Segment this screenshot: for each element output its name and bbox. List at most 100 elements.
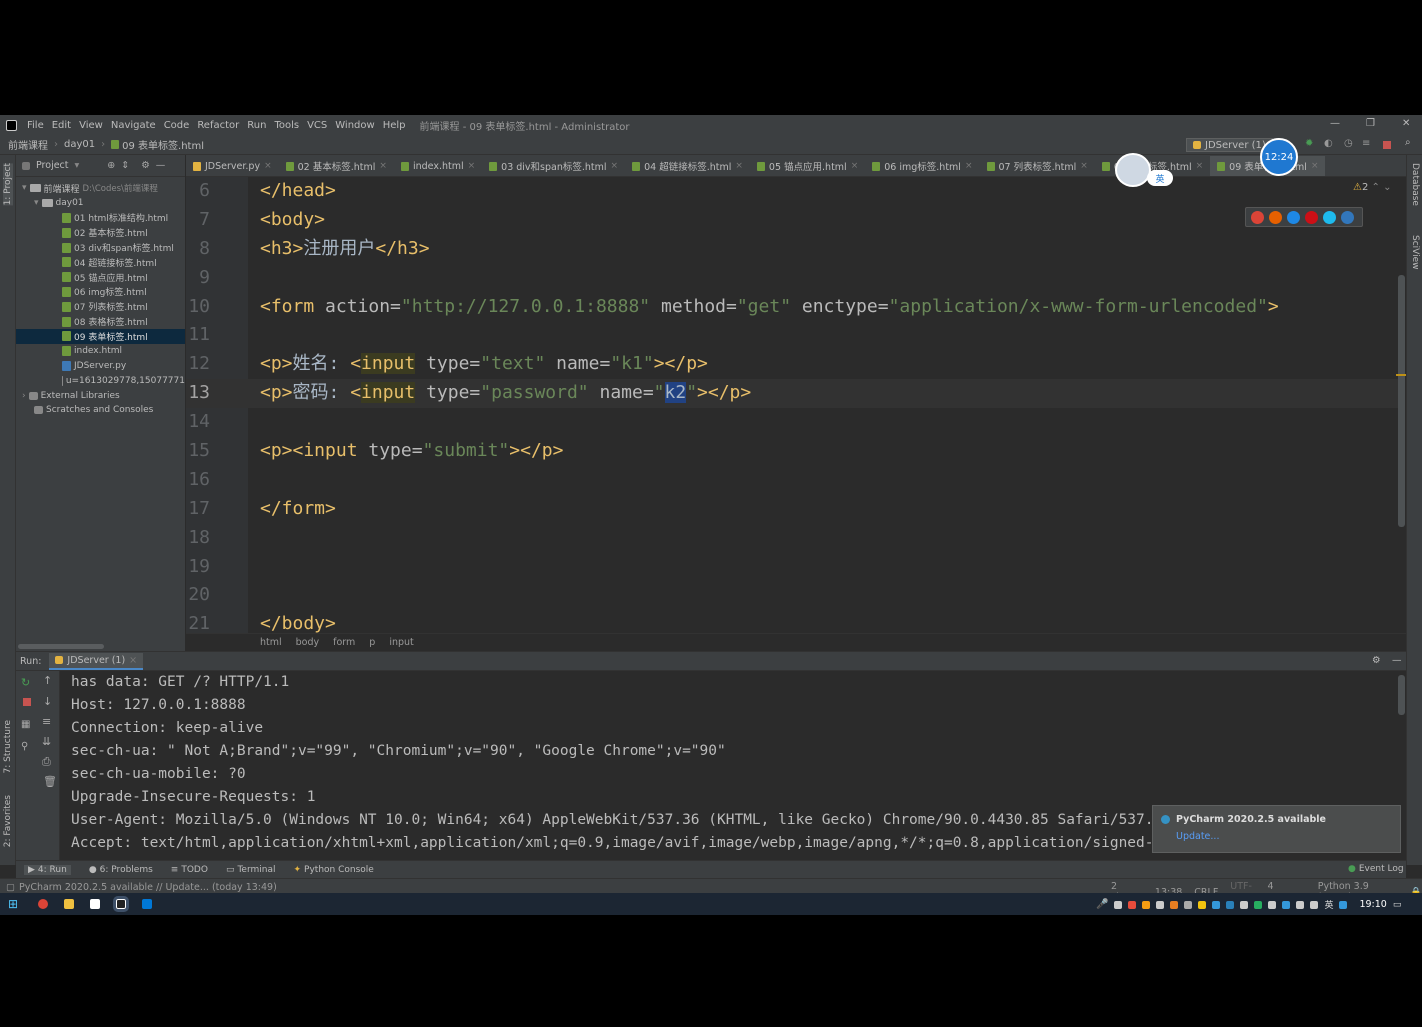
- nav-crumb-root[interactable]: 前端课程: [0, 137, 48, 152]
- tree-file[interactable]: 01 html标准结构.html: [16, 211, 185, 226]
- bluetooth-icon[interactable]: [1226, 900, 1235, 909]
- wrap-icon[interactable]: ≡: [42, 715, 51, 728]
- crumb-form[interactable]: form: [333, 637, 355, 648]
- app-taskbar-icon[interactable]: [142, 899, 153, 909]
- event-log-button[interactable]: ● Event Log: [1348, 864, 1404, 874]
- crumb-input[interactable]: input: [389, 637, 413, 648]
- chrome-icon[interactable]: [1251, 210, 1264, 224]
- tray-icon[interactable]: [1339, 900, 1348, 909]
- volume-icon[interactable]: [1310, 900, 1319, 909]
- edge-icon[interactable]: [1341, 210, 1354, 224]
- tree-file[interactable]: 08 表格标签.html: [16, 314, 185, 329]
- safari-icon[interactable]: [1287, 210, 1300, 224]
- run-config-selector[interactable]: JDServer (1): [1186, 138, 1273, 152]
- tree-file[interactable]: 02 基本标签.html: [16, 225, 185, 240]
- search-icon[interactable]: ⌕: [1405, 137, 1411, 148]
- mic-icon[interactable]: 🎤: [1096, 899, 1108, 910]
- menu-item-view[interactable]: View: [75, 120, 107, 131]
- terminal-tool-button[interactable]: ▭ Terminal: [226, 865, 276, 875]
- close-icon[interactable]: ×: [611, 161, 619, 171]
- tray-icon[interactable]: [1240, 900, 1249, 909]
- tray-icon[interactable]: [1254, 900, 1263, 909]
- crumb-p[interactable]: p: [369, 637, 375, 648]
- tray-icon[interactable]: [1114, 900, 1123, 909]
- menu-item-tools[interactable]: Tools: [270, 120, 303, 131]
- tree-root[interactable]: ▾ 前端课程 D:\Codes\前端课程: [16, 181, 185, 196]
- tray-icon[interactable]: [1198, 900, 1207, 909]
- stop-icon[interactable]: [1383, 141, 1391, 149]
- nav-crumb-file[interactable]: 09 表单标签.html: [119, 137, 204, 152]
- nav-crumb-folder[interactable]: day01: [64, 139, 95, 150]
- menu-item-code[interactable]: Code: [160, 120, 194, 131]
- input-language[interactable]: 英: [1324, 898, 1333, 911]
- editor-tab[interactable]: index.html ×: [394, 155, 482, 176]
- minimize-icon[interactable]: —: [1330, 118, 1340, 129]
- editor-tab[interactable]: 02 基本标签.html ×: [279, 155, 394, 176]
- pin-icon[interactable]: ⚲: [21, 741, 28, 752]
- tree-file[interactable]: 03 div和span标签.html: [16, 240, 185, 255]
- opera-icon[interactable]: [1305, 210, 1318, 224]
- editor-tab[interactable]: 07 列表标签.html ×: [980, 155, 1095, 176]
- project-view-selector[interactable]: Project: [36, 160, 69, 171]
- close-icon[interactable]: ×: [1196, 161, 1204, 171]
- gear-icon[interactable]: ⚙: [141, 160, 150, 171]
- sciview-tool-tab[interactable]: SciView: [1410, 235, 1420, 270]
- restore-icon[interactable]: ❐: [1366, 118, 1375, 129]
- build-icon[interactable]: ≡: [1362, 138, 1370, 149]
- down-arrow-icon[interactable]: ↓: [43, 695, 52, 708]
- explorer-taskbar-icon[interactable]: [64, 899, 75, 909]
- tray-icon[interactable]: [1156, 900, 1165, 909]
- hide-icon[interactable]: —: [156, 160, 166, 171]
- tree-file[interactable]: 09 表单标签.html: [16, 328, 185, 344]
- tray-icon[interactable]: [1268, 900, 1277, 909]
- menu-item-help[interactable]: Help: [379, 120, 410, 131]
- notification-update-link[interactable]: Update...: [1153, 825, 1400, 842]
- menu-item-window[interactable]: Window: [331, 120, 378, 131]
- tree-scratches[interactable]: Scratches and Consoles: [16, 403, 185, 418]
- project-scrollbar[interactable]: [18, 644, 104, 649]
- menu-item-navigate[interactable]: Navigate: [107, 120, 160, 131]
- favorites-tool-tab[interactable]: 2: Favorites: [3, 795, 13, 847]
- tree-file[interactable]: index.html: [16, 344, 185, 359]
- layout-icon[interactable]: ▦: [21, 719, 30, 730]
- menu-item-run[interactable]: Run: [243, 120, 270, 131]
- profile-icon[interactable]: ◷: [1344, 138, 1353, 149]
- update-notification[interactable]: PyCharm 2020.2.5 available Update...: [1152, 805, 1401, 853]
- windows-start-icon[interactable]: ⊞: [8, 897, 18, 911]
- firefox-icon[interactable]: [1269, 210, 1282, 224]
- menu-item-refactor[interactable]: Refactor: [193, 120, 243, 131]
- close-icon[interactable]: ×: [264, 161, 272, 171]
- code-editor[interactable]: </head> <body> <h3>注册用户</h3> <form actio…: [248, 177, 1398, 647]
- editor-tab[interactable]: 03 div和span标签.html ×: [482, 155, 625, 176]
- trash-icon[interactable]: 🗑: [43, 775, 57, 788]
- project-tool-tab[interactable]: 1: Project: [3, 163, 13, 206]
- collapse-icon[interactable]: ⇕: [121, 160, 129, 171]
- taskbar-clock[interactable]: 19:10: [1359, 899, 1386, 910]
- database-tool-tab[interactable]: Database: [1410, 163, 1420, 206]
- tray-icon[interactable]: [1170, 900, 1179, 909]
- tray-icon[interactable]: [1212, 900, 1221, 909]
- tray-icon[interactable]: [1184, 900, 1193, 909]
- status-message[interactable]: PyCharm 2020.2.5 available // Update... …: [19, 882, 277, 893]
- tree-file[interactable]: JDServer.py: [16, 359, 185, 374]
- run-tool-button[interactable]: ▶ 4: Run: [24, 864, 71, 875]
- hide-icon[interactable]: —: [1392, 655, 1402, 666]
- menu-item-edit[interactable]: Edit: [48, 120, 75, 131]
- coverage-icon[interactable]: ◐: [1324, 138, 1333, 149]
- close-icon[interactable]: ×: [129, 655, 137, 666]
- up-arrow-icon[interactable]: ↑: [43, 674, 52, 687]
- run-tab[interactable]: JDServer (1) ×: [49, 652, 144, 670]
- print-icon[interactable]: ⎙: [42, 755, 51, 769]
- network-icon[interactable]: [1296, 900, 1305, 909]
- close-icon[interactable]: ×: [1080, 161, 1088, 171]
- tree-folder[interactable]: ▾ day01: [16, 196, 185, 211]
- editor-tab[interactable]: 06 img标签.html ×: [865, 155, 979, 176]
- tree-file[interactable]: 05 锚点应用.html: [16, 270, 185, 285]
- close-icon[interactable]: ✕: [1402, 118, 1410, 129]
- python-console-tool-button[interactable]: ✦ Python Console: [294, 865, 374, 875]
- crumb-body[interactable]: body: [296, 637, 320, 648]
- close-icon[interactable]: ×: [468, 161, 476, 171]
- close-icon[interactable]: ×: [1311, 161, 1319, 171]
- notifications-icon[interactable]: ▭: [1393, 900, 1402, 910]
- scroll-end-icon[interactable]: ⇊: [42, 735, 51, 748]
